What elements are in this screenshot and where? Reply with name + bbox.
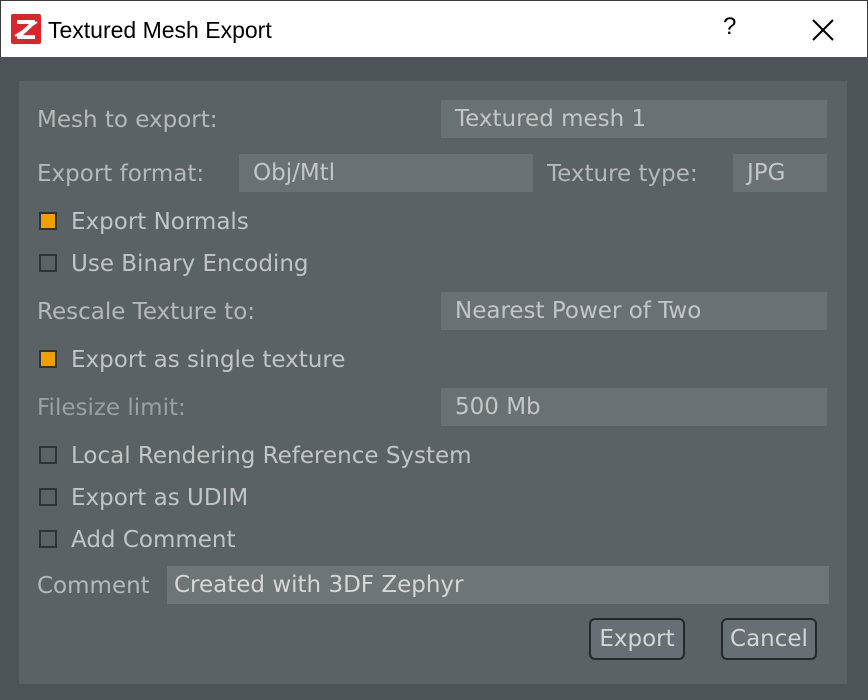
texture-type-dropdown[interactable]: JPG xyxy=(733,154,827,192)
local-rendering-label[interactable]: Local Rendering Reference System xyxy=(71,443,472,469)
add-comment-checkbox[interactable] xyxy=(39,530,57,548)
title-bar: Textured Mesh Export ? xyxy=(0,0,868,57)
export-button[interactable]: Export xyxy=(589,618,685,660)
cancel-button[interactable]: Cancel xyxy=(721,618,817,660)
close-icon[interactable] xyxy=(811,18,835,42)
comment-field[interactable]: Created with 3DF Zephyr xyxy=(167,566,829,604)
single-texture-label[interactable]: Export as single texture xyxy=(71,347,345,373)
binary-encoding-label[interactable]: Use Binary Encoding xyxy=(71,251,309,277)
texture-type-label: Texture type: xyxy=(547,161,698,187)
mesh-to-export-dropdown[interactable]: Textured mesh 1 xyxy=(441,100,827,138)
rescale-texture-label: Rescale Texture to: xyxy=(37,299,256,325)
udim-checkbox[interactable] xyxy=(39,488,57,506)
filesize-limit-dropdown[interactable]: 500 Mb xyxy=(441,388,827,426)
local-rendering-checkbox[interactable] xyxy=(39,446,57,464)
rescale-texture-dropdown[interactable]: Nearest Power of Two xyxy=(441,292,827,330)
add-comment-label[interactable]: Add Comment xyxy=(71,527,236,553)
app-logo-icon xyxy=(11,14,41,44)
comment-label: Comment xyxy=(37,573,150,599)
help-button[interactable]: ? xyxy=(723,13,736,41)
export-normals-label[interactable]: Export Normals xyxy=(71,209,249,235)
udim-label[interactable]: Export as UDIM xyxy=(71,485,248,511)
dialog-body: Mesh to export: Textured mesh 1 Export f… xyxy=(0,57,868,700)
settings-panel: Mesh to export: Textured mesh 1 Export f… xyxy=(19,81,847,684)
binary-encoding-checkbox[interactable] xyxy=(39,254,57,272)
export-format-dropdown[interactable]: Obj/Mtl xyxy=(239,154,533,192)
filesize-limit-label: Filesize limit: xyxy=(37,395,186,421)
export-normals-checkbox[interactable] xyxy=(39,212,57,230)
mesh-to-export-label: Mesh to export: xyxy=(37,107,218,133)
window-title: Textured Mesh Export xyxy=(48,17,272,43)
export-format-label: Export format: xyxy=(37,161,205,187)
single-texture-checkbox[interactable] xyxy=(39,350,57,368)
